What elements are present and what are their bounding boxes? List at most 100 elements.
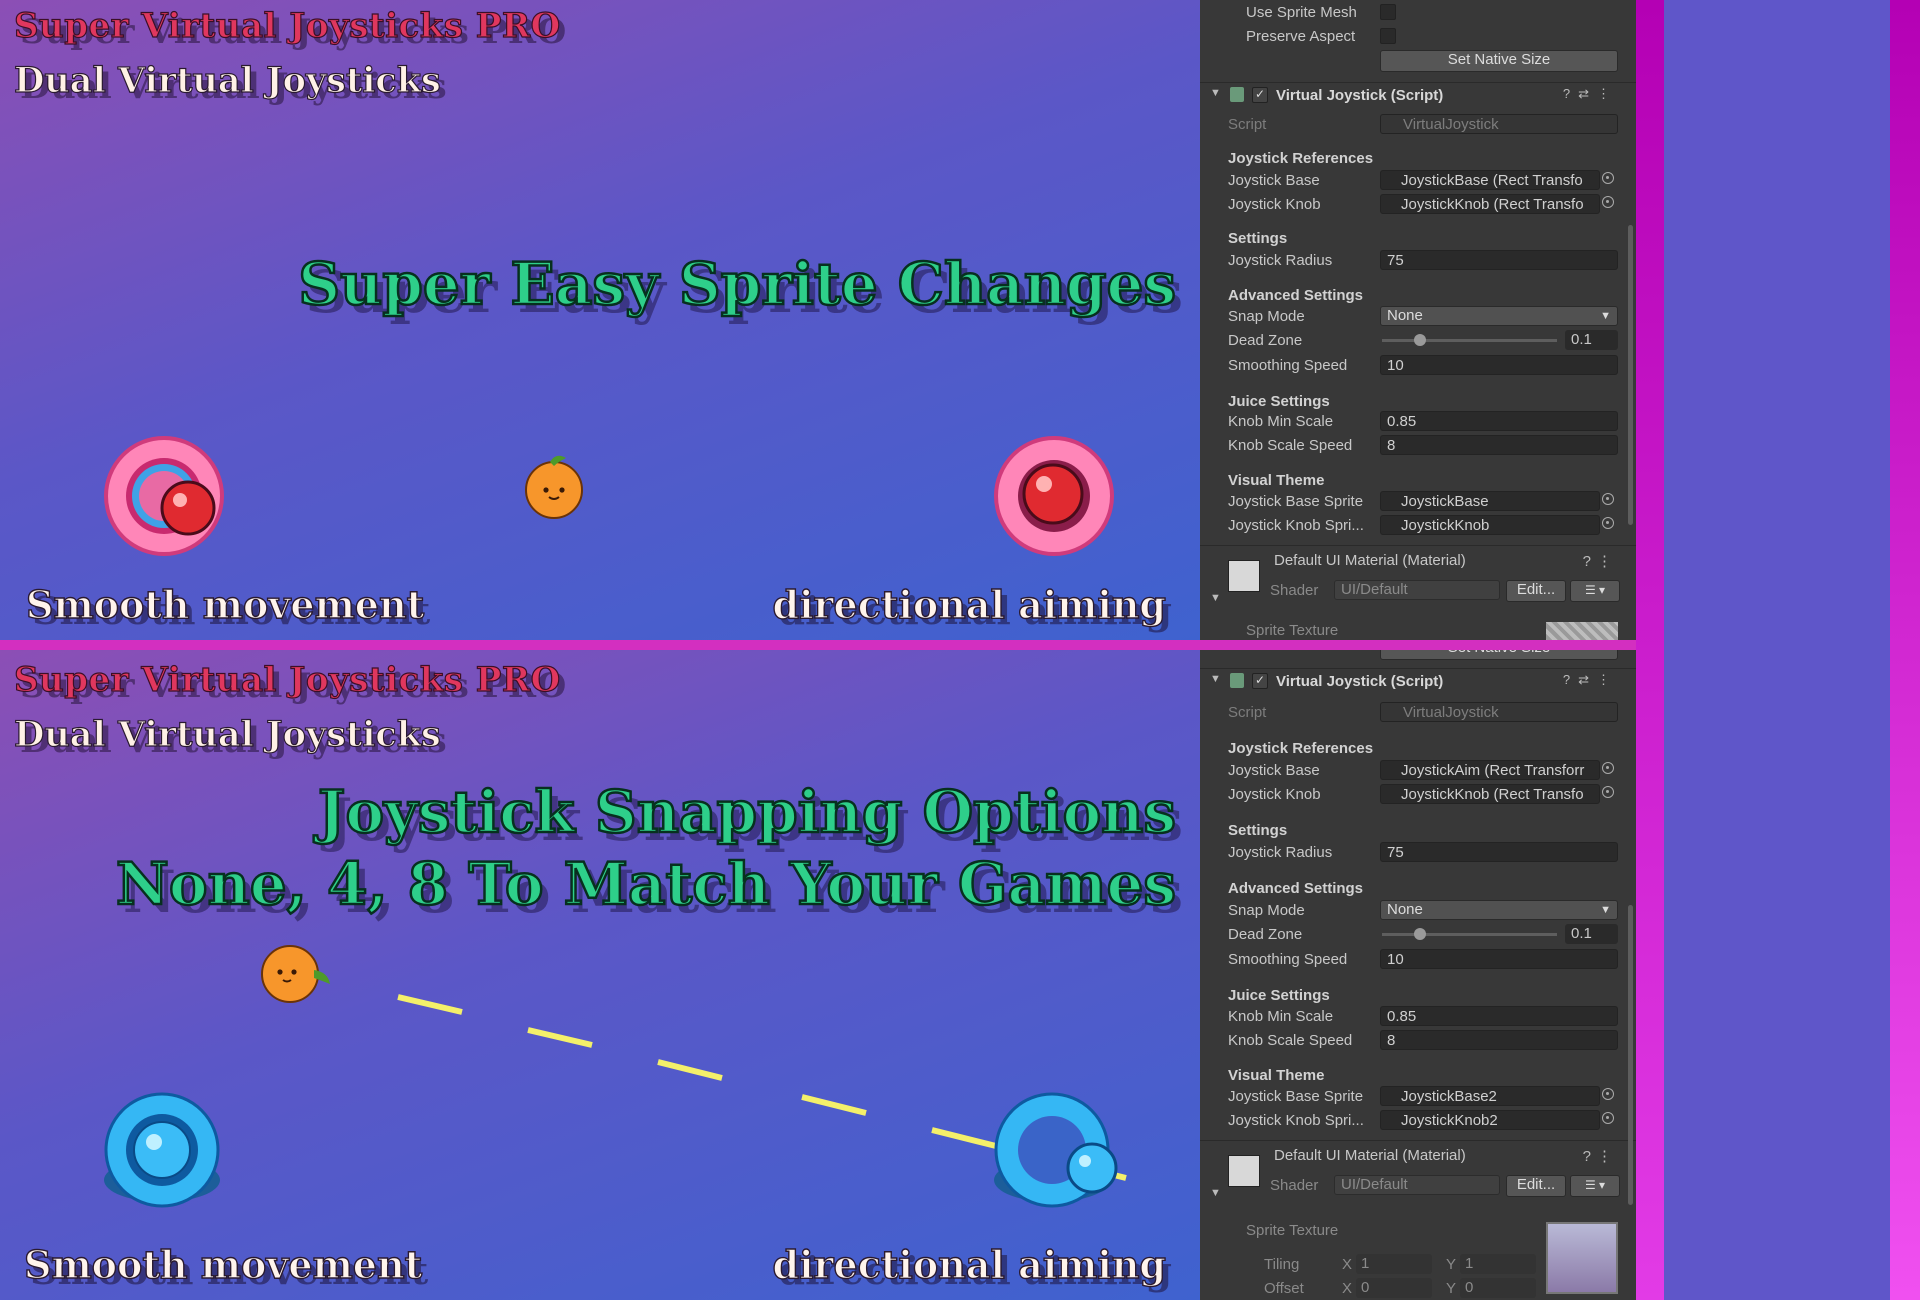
knob-scale-speed-row: Knob Scale Speed 8 xyxy=(1200,1030,1636,1052)
foldout-arrow-icon[interactable]: ▼ xyxy=(1210,673,1221,685)
edit-shader-button[interactable]: Edit... xyxy=(1506,1175,1566,1197)
orange-character xyxy=(525,455,583,519)
shader-label: Shader xyxy=(1270,1177,1319,1194)
component-header-icons[interactable]: ?⇄⋮ xyxy=(1563,672,1618,688)
caption-smooth-movement: Smooth movement xyxy=(25,581,425,627)
object-picker-icon[interactable] xyxy=(1602,1088,1614,1100)
preserve-aspect-checkbox[interactable] xyxy=(1380,28,1396,44)
joystick-knob-sprite-field[interactable]: JoystickKnob xyxy=(1380,515,1600,535)
inspector-scrollbar[interactable] xyxy=(1628,225,1633,525)
dead-zone-value[interactable]: 0.1 xyxy=(1565,330,1618,350)
knob-scale-speed-field[interactable]: 8 xyxy=(1380,1030,1618,1050)
virtual-joystick-component-header[interactable]: ▼ ✓ Virtual Joystick (Script) ?⇄⋮ xyxy=(1200,668,1636,695)
joystick-knob-sprite-row: Joystick Knob Spri... JoystickKnob xyxy=(1200,515,1636,537)
magenta-border-strip xyxy=(1636,0,1664,1300)
object-picker-icon[interactable] xyxy=(1602,762,1614,774)
tiling-x-field[interactable]: 1 xyxy=(1356,1254,1432,1274)
joystick-left-pink[interactable] xyxy=(100,432,230,562)
joystick-left-blue[interactable] xyxy=(98,1090,228,1220)
slider-handle[interactable] xyxy=(1414,928,1426,940)
joystick-base-sprite-value: JoystickBase2 xyxy=(1401,1088,1497,1105)
material-swatch xyxy=(1228,560,1260,592)
settings-header: Settings xyxy=(1228,230,1288,247)
knob-min-scale-field[interactable]: 0.85 xyxy=(1380,411,1618,431)
dead-zone-slider[interactable] xyxy=(1382,334,1557,346)
component-header-icons[interactable]: ?⇄⋮ xyxy=(1563,86,1618,102)
set-native-size-button[interactable]: Set Native Size xyxy=(1380,650,1618,660)
use-sprite-mesh-checkbox[interactable] xyxy=(1380,4,1396,20)
sprite-texture-row: Sprite Texture xyxy=(1200,1220,1636,1294)
joystick-base-field[interactable]: JoystickBase (Rect Transfo xyxy=(1380,170,1600,190)
offset-row: Offset X 0 Y 0 xyxy=(1200,1278,1636,1300)
component-enabled-checkbox[interactable]: ✓ xyxy=(1252,87,1268,103)
snap-mode-dropdown[interactable]: None ▼ xyxy=(1380,306,1618,326)
sprite-texture-thumbnail[interactable] xyxy=(1546,622,1618,640)
object-picker-icon[interactable] xyxy=(1602,517,1614,529)
script-field: VirtualJoystick xyxy=(1380,702,1618,722)
joystick-knob-field[interactable]: JoystickKnob (Rect Transfo xyxy=(1380,194,1600,214)
joystick-right-blue[interactable] xyxy=(988,1090,1138,1220)
virtual-joystick-component-header[interactable]: ▼ ✓ Virtual Joystick (Script) ?⇄⋮ xyxy=(1200,82,1636,109)
tiling-y-label: Y xyxy=(1446,1256,1457,1273)
help-icon[interactable]: ?⋮ xyxy=(1583,1147,1618,1165)
joystick-radius-row: Joystick Radius 75 xyxy=(1200,842,1636,864)
material-swatch xyxy=(1228,1155,1260,1187)
visual-theme-header: Visual Theme xyxy=(1228,472,1325,489)
sprite-texture-label: Sprite Texture xyxy=(1246,622,1339,639)
foldout-arrow-icon[interactable]: ▼ xyxy=(1210,592,1221,604)
smoothing-speed-row: Smoothing Speed 10 xyxy=(1200,949,1636,971)
joystick-right-pink[interactable] xyxy=(990,432,1120,562)
inspector-panel-top: Use Sprite Mesh Preserve Aspect Set Nati… xyxy=(1200,0,1636,640)
object-picker-icon[interactable] xyxy=(1602,196,1614,208)
component-enabled-checkbox[interactable]: ✓ xyxy=(1252,673,1268,689)
set-native-size-button[interactable]: Set Native Size xyxy=(1380,50,1618,72)
object-picker-icon[interactable] xyxy=(1602,786,1614,798)
object-picker-icon[interactable] xyxy=(1602,172,1614,184)
joystick-base-value: JoystickBase (Rect Transfo xyxy=(1401,172,1583,189)
offset-y-field[interactable]: 0 xyxy=(1460,1278,1536,1298)
dead-zone-value[interactable]: 0.1 xyxy=(1565,924,1618,944)
snap-mode-value: None xyxy=(1387,901,1423,918)
edit-shader-button[interactable]: Edit... xyxy=(1506,580,1566,602)
joystick-base-sprite-field[interactable]: JoystickBase2 xyxy=(1380,1086,1600,1106)
sprite-texture-label: Sprite Texture xyxy=(1246,1222,1339,1239)
knob-scale-speed-field[interactable]: 8 xyxy=(1380,435,1618,455)
smoothing-speed-field[interactable]: 10 xyxy=(1380,949,1618,969)
joystick-base-sprite-field[interactable]: JoystickBase xyxy=(1380,491,1600,511)
shader-dropdown[interactable]: UI/Default xyxy=(1334,580,1500,600)
joystick-radius-field[interactable]: 75 xyxy=(1380,842,1618,862)
knob-min-scale-field[interactable]: 0.85 xyxy=(1380,1006,1618,1026)
snap-mode-dropdown[interactable]: None ▼ xyxy=(1380,900,1618,920)
knob-scale-speed-label: Knob Scale Speed xyxy=(1228,1032,1353,1049)
shader-menu-icon[interactable]: ☰ ▾ xyxy=(1570,580,1620,602)
dead-zone-slider[interactable] xyxy=(1382,928,1557,940)
tiling-y-field[interactable]: 1 xyxy=(1460,1254,1536,1274)
offset-x-field[interactable]: 0 xyxy=(1356,1278,1432,1298)
smoothing-speed-field[interactable]: 10 xyxy=(1380,355,1618,375)
shader-dropdown[interactable]: UI/Default xyxy=(1334,1175,1500,1195)
trajectory-dash xyxy=(931,1127,997,1149)
joystick-knob-sprite-field[interactable]: JoystickKnob2 xyxy=(1380,1110,1600,1130)
object-picker-icon[interactable] xyxy=(1602,493,1614,505)
joystick-knob-label: Joystick Knob xyxy=(1228,786,1321,803)
joystick-base-label: Joystick Base xyxy=(1228,762,1320,779)
foldout-arrow-icon[interactable]: ▼ xyxy=(1210,1187,1221,1199)
dead-zone-row: Dead Zone 0.1 xyxy=(1200,924,1636,946)
orange-character xyxy=(261,945,330,1003)
foldout-arrow-icon[interactable]: ▼ xyxy=(1210,87,1221,99)
shader-value: UI/Default xyxy=(1341,581,1408,598)
slider-handle[interactable] xyxy=(1414,334,1426,346)
shader-menu-icon[interactable]: ☰ ▾ xyxy=(1570,1175,1620,1197)
object-picker-icon[interactable] xyxy=(1602,1112,1614,1124)
inspector-scrollbar[interactable] xyxy=(1628,905,1633,1205)
feature-headline: Super Easy Sprite Changes xyxy=(297,249,1177,320)
joystick-base-sprite-label: Joystick Base Sprite xyxy=(1228,493,1364,510)
script-row: Script VirtualJoystick xyxy=(1200,114,1636,136)
material-title: Default UI Material (Material) xyxy=(1274,552,1466,569)
game-view-top: Super Virtual Joysticks PRO Dual Virtual… xyxy=(0,0,1200,640)
joystick-base-field[interactable]: JoystickAim (Rect Transforr xyxy=(1380,760,1600,780)
juice-settings-header: Juice Settings xyxy=(1228,393,1330,410)
joystick-radius-field[interactable]: 75 xyxy=(1380,250,1618,270)
help-icon[interactable]: ?⋮ xyxy=(1583,552,1618,570)
joystick-knob-field[interactable]: JoystickKnob (Rect Transfo xyxy=(1380,784,1600,804)
